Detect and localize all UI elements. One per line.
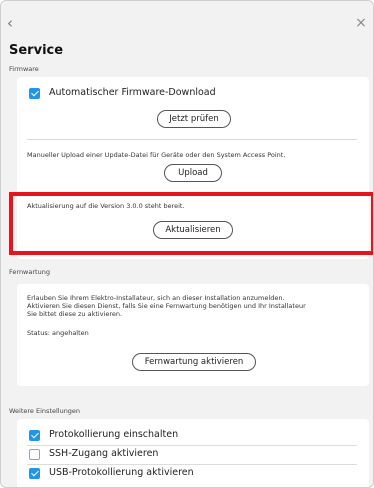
activate-remote-button[interactable]: Fernwartung aktivieren (132, 353, 256, 371)
remote-status-text: Status: angehalten (27, 329, 89, 337)
close-icon[interactable]: × (353, 13, 369, 33)
ssh-label: SSH-Zugang aktivieren (49, 448, 159, 459)
divider (27, 464, 357, 465)
check-now-button[interactable]: Jetzt prüfen (157, 110, 231, 128)
usb-logging-label: USB-Protokollierung aktivieren (49, 467, 194, 478)
upload-button[interactable]: Upload (164, 164, 222, 182)
auto-download-label: Automatischer Firmware-Download (49, 87, 216, 98)
logging-checkbox[interactable] (29, 430, 40, 441)
remote-description-line: Sie bittet diese zu aktivieren. (27, 310, 123, 318)
manual-upload-text: Manueller Upload einer Update-Datei für … (27, 151, 286, 159)
logging-label: Protokollierung einschalten (49, 429, 179, 440)
page-title: Service (9, 43, 64, 58)
service-dialog: ‹ × Service Firmware Automatischer Firmw… (0, 0, 374, 488)
top-bar: ‹ × (1, 1, 373, 41)
more-settings-card: Protokollierung einschalten SSH-Zugang a… (17, 419, 369, 487)
ssh-checkbox[interactable] (29, 449, 40, 460)
divider (27, 139, 357, 140)
auto-download-checkbox[interactable] (29, 88, 40, 99)
more-settings-section-label: Weitere Einstellungen (9, 407, 81, 415)
divider (27, 445, 357, 446)
remote-card: Erlauben Sie Ihrem Elektro-Installateur,… (17, 284, 369, 386)
highlight-frame (9, 192, 373, 255)
firmware-section-label: Firmware (9, 65, 39, 73)
remote-section-label: Fernwartung (9, 268, 50, 276)
usb-logging-checkbox[interactable] (29, 468, 40, 479)
back-chevron-icon[interactable]: ‹ (7, 13, 23, 33)
